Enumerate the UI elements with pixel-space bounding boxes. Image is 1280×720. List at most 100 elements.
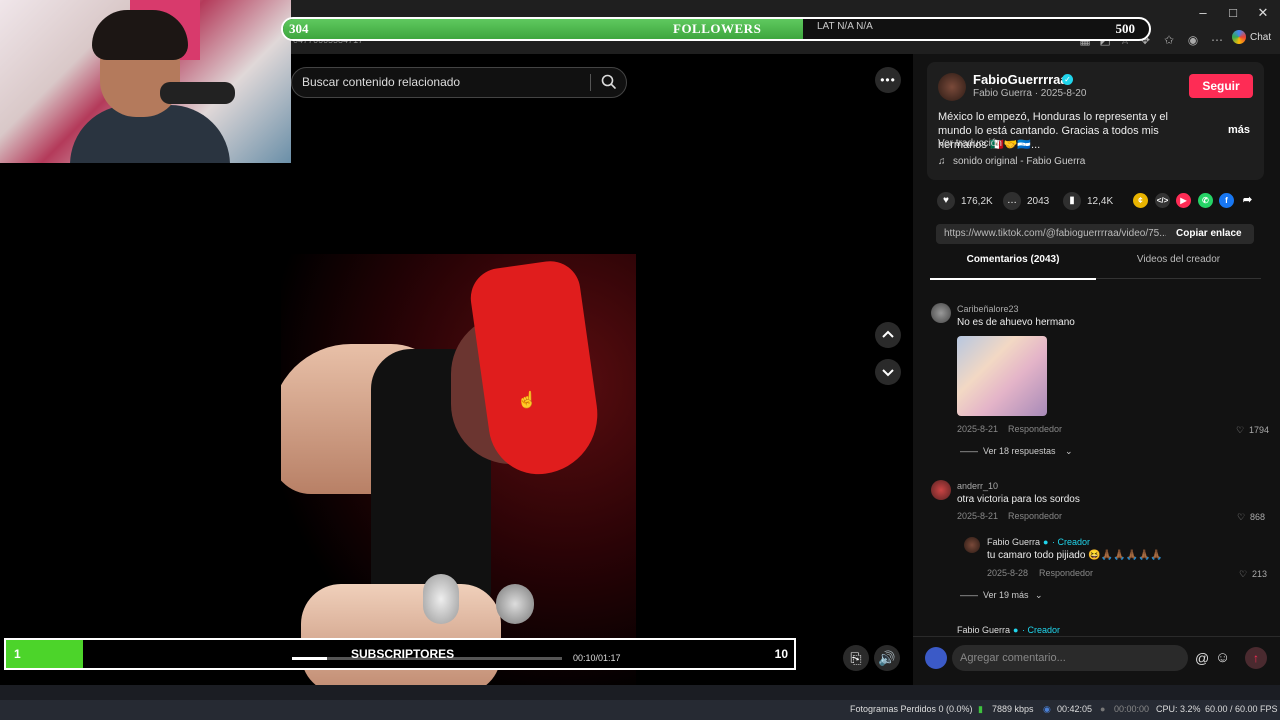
- subscribers-goal-bar: 1 SUBSCRIPTORES 00:10/01:17 10: [4, 638, 796, 670]
- comments-count: 2043: [1027, 196, 1050, 207]
- send-comment-button[interactable]: ↑: [1245, 647, 1267, 669]
- stream-time: 00:42:05: [1057, 704, 1093, 714]
- reply-avatar[interactable]: [964, 537, 980, 553]
- comment-username[interactable]: Caribeñalore23: [957, 304, 1019, 314]
- whatsapp-icon[interactable]: ✆: [1198, 193, 1213, 208]
- reply-date: 2025-8-28: [987, 568, 1029, 578]
- webcam-overlay: [0, 0, 291, 163]
- translate-link[interactable]: Ver traducción: [938, 138, 1002, 149]
- tab-comments[interactable]: Comentarios (2043): [930, 254, 1096, 280]
- followers-goal: 500: [1115, 21, 1136, 36]
- link-box: https://www.tiktok.com/@fabioguerrrraa/v…: [936, 224, 1254, 244]
- followers-extra: LAT N/A N/A: [817, 21, 873, 32]
- view-replies-button[interactable]: Ver 18 respuestas: [983, 446, 1056, 456]
- next-video-button[interactable]: [875, 359, 901, 385]
- comment-like-icon[interactable]: ♡: [1237, 512, 1245, 523]
- hand-cursor-icon: ☝: [517, 392, 537, 409]
- chevron-down-icon: [882, 369, 894, 377]
- tab-creator-videos[interactable]: Videos del creador: [1096, 254, 1261, 279]
- comment-input[interactable]: [960, 650, 1180, 666]
- video-player[interactable]: ☝: [281, 54, 636, 685]
- search-input[interactable]: [302, 74, 582, 90]
- volume-button[interactable]: 🔊: [874, 645, 900, 671]
- sound-label[interactable]: sonido original - Fabio Guerra: [953, 156, 1085, 167]
- related-search-box[interactable]: [291, 67, 627, 98]
- comment-icon[interactable]: …: [1003, 192, 1021, 210]
- obs-status-bar: Fotogramas Perdidos 0 (0.0%) ▮ 7889 kbps…: [0, 700, 1280, 720]
- coin-icon[interactable]: ¢: [1133, 193, 1148, 208]
- reply-text: tu camaro todo pijiado 😆🙏🏾🙏🏾🙏🏾🙏🏾🙏🏾: [987, 550, 1163, 561]
- copy-link-button[interactable]: Copiar enlace: [1176, 224, 1242, 244]
- like-heart-icon[interactable]: ♥: [937, 192, 955, 210]
- search-icon[interactable]: [600, 73, 618, 91]
- minimize-icon[interactable]: –: [1192, 4, 1214, 22]
- bookmark-icon[interactable]: ▮: [1063, 192, 1081, 210]
- record-time: 00:00:00: [1114, 704, 1150, 714]
- more-options-button[interactable]: •••: [875, 67, 901, 93]
- reply-button[interactable]: Respondedor: [1008, 424, 1062, 434]
- comment-likes: 1794: [1249, 425, 1270, 435]
- author-name[interactable]: FabioGuerrrraa: [973, 72, 1068, 87]
- creator-verified-icon: ●: [1043, 537, 1049, 547]
- reply-likes: 213: [1252, 569, 1268, 579]
- reply-divider: ——: [960, 590, 978, 600]
- facebook-icon[interactable]: f: [1219, 193, 1234, 208]
- view-more-replies-button[interactable]: Ver 19 más: [983, 590, 1029, 600]
- comment-likes: 868: [1250, 512, 1266, 522]
- signal-icon: ▮: [978, 704, 983, 714]
- subscribers-goal: 10: [774, 647, 788, 661]
- reply-button[interactable]: Respondedor: [1008, 511, 1062, 521]
- user-avatar[interactable]: [925, 647, 947, 669]
- microphone: [496, 584, 534, 624]
- follow-button[interactable]: Seguir: [1189, 74, 1253, 98]
- comment-date: 2025-8-21: [957, 511, 999, 521]
- embed-code-icon[interactable]: </>: [1155, 193, 1170, 208]
- streamer-hair: [92, 10, 188, 60]
- saves-count: 12,4K: [1087, 196, 1114, 207]
- copilot-chat-button[interactable]: Chat: [1232, 30, 1271, 44]
- video-url[interactable]: https://www.tiktok.com/@fabioguerrrraa/v…: [944, 228, 1166, 239]
- reply-username[interactable]: Fabio Guerra: [987, 537, 1040, 547]
- close-window-icon[interactable]: ✕: [1252, 4, 1274, 22]
- left-black-pane: [0, 163, 291, 685]
- comment-username[interactable]: anderr_10: [957, 481, 998, 491]
- chat-label: Chat: [1250, 31, 1272, 43]
- next-comment-username[interactable]: Fabio Guerra: [957, 625, 1010, 635]
- creator-verified-icon: ●: [1013, 625, 1019, 635]
- maximize-icon[interactable]: □: [1222, 4, 1244, 22]
- comment-like-icon[interactable]: ♡: [1236, 425, 1244, 436]
- comment-avatar[interactable]: [931, 303, 951, 323]
- captions-button[interactable]: ⎘: [843, 645, 869, 671]
- stream-icon: ◉: [1043, 704, 1051, 714]
- author-avatar[interactable]: [938, 73, 966, 101]
- comment-input-box[interactable]: [952, 645, 1188, 671]
- creator-label: · Creador: [1052, 537, 1091, 547]
- comment-sticker-image[interactable]: [957, 336, 1047, 416]
- music-note-icon: ♫: [938, 156, 946, 167]
- subscribers-label: SUBSCRIPTORES: [351, 647, 455, 661]
- comment-date: 2025-8-21: [957, 424, 999, 434]
- mention-icon[interactable]: @: [1195, 650, 1209, 666]
- comment-avatar[interactable]: [931, 480, 951, 500]
- author-meta: Fabio Guerra · 2025-8-20: [973, 88, 1087, 99]
- bitrate: 7889 kbps: [992, 704, 1034, 714]
- send-paper-plane-icon[interactable]: ▶: [1176, 193, 1191, 208]
- comment-text: No es de ahuevo hermano: [957, 317, 1075, 328]
- record-icon: ●: [1100, 704, 1106, 714]
- comment-like-icon[interactable]: ♡: [1239, 569, 1247, 580]
- streamer-microphone: [160, 82, 235, 104]
- video-progress-fill: [292, 657, 328, 660]
- comment-text: otra victoria para los sordos: [957, 494, 1080, 505]
- profile-icon[interactable]: ◉: [1184, 32, 1202, 48]
- cpu-usage: CPU: 3.2%: [1156, 704, 1201, 714]
- reply-button[interactable]: Respondedor: [1039, 568, 1093, 578]
- video-time: 00:10/01:17: [573, 653, 621, 663]
- share-arrow-icon[interactable]: ➦: [1240, 193, 1255, 208]
- favorites-icon[interactable]: ✩: [1160, 32, 1178, 48]
- previous-video-button[interactable]: [875, 322, 901, 348]
- creator-label: · Creador: [1022, 625, 1061, 635]
- followers-goal-bar: 304 FOLLOWERS LAT N/A N/A 500: [281, 17, 1151, 41]
- emoji-icon[interactable]: ☺: [1215, 649, 1230, 666]
- menu-dots-icon[interactable]: ⋯: [1208, 32, 1226, 48]
- more-link[interactable]: más: [1228, 124, 1250, 136]
